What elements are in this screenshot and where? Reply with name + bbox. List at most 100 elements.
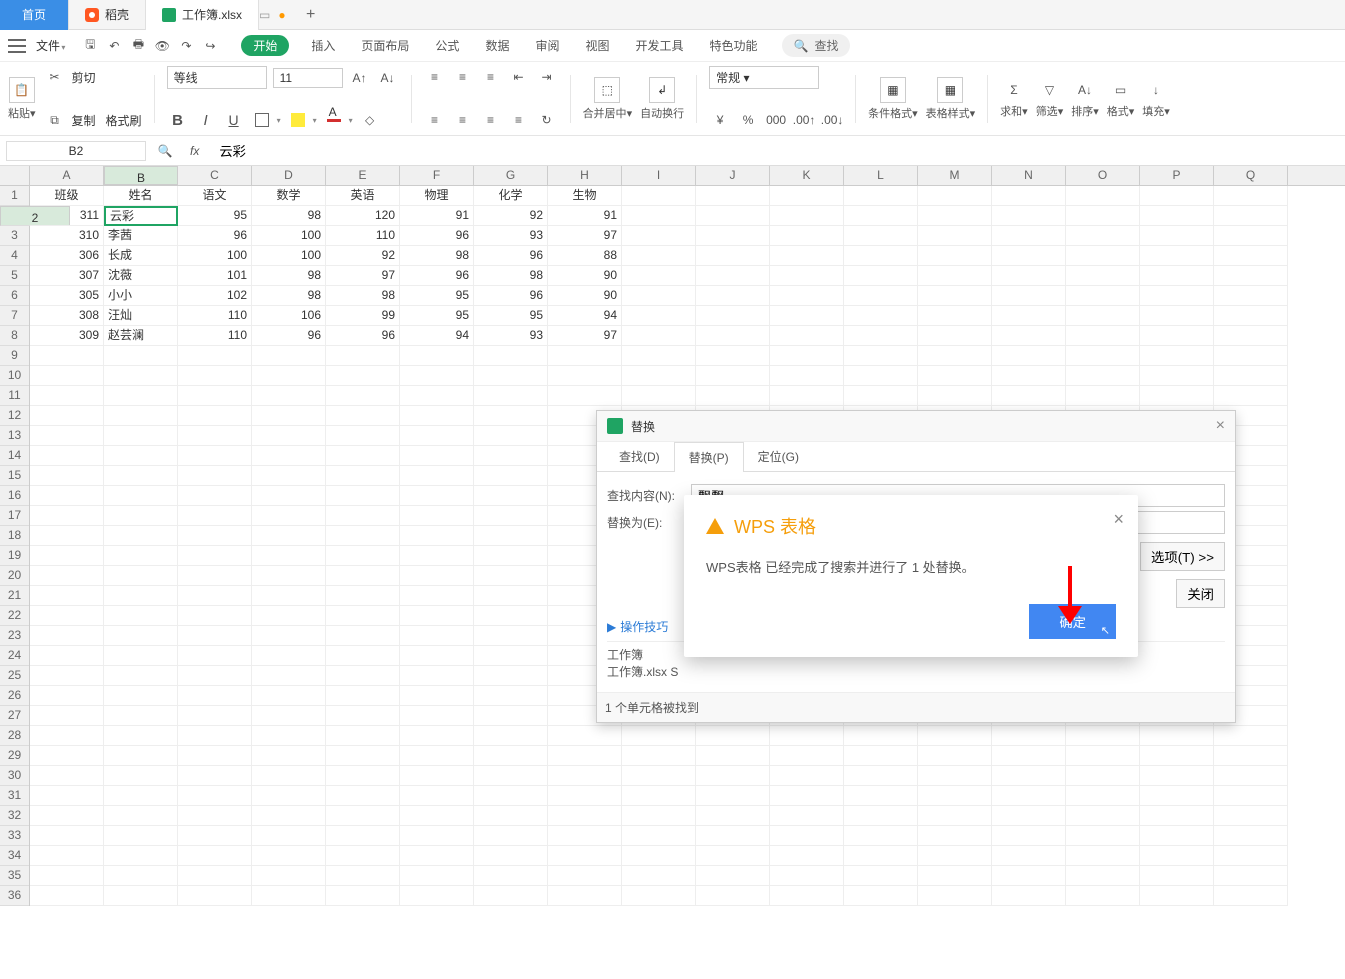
cell-H3[interactable]: 97 [548,226,622,246]
row-header-11[interactable]: 11 [0,386,29,406]
record-dot-icon[interactable]: ● [278,8,285,22]
cell-E1[interactable]: 英语 [326,186,400,206]
row-header-22[interactable]: 22 [0,606,29,626]
cell-M3[interactable] [918,226,992,246]
cell-H1[interactable]: 生物 [548,186,622,206]
cell-B19[interactable] [104,546,178,566]
cell-D27[interactable] [252,706,326,726]
col-header-D[interactable]: D [252,166,326,185]
redo-icon[interactable]: ↷ [177,37,195,55]
cell-H32[interactable] [548,806,622,826]
cell-C2[interactable]: 95 [178,206,252,226]
cell-B36[interactable] [104,886,178,906]
cell-E14[interactable] [326,446,400,466]
row-header-29[interactable]: 29 [0,746,29,766]
cell-G27[interactable] [474,706,548,726]
cell-D23[interactable] [252,626,326,646]
cell-A29[interactable] [30,746,104,766]
cell-I34[interactable] [622,846,696,866]
cell-M36[interactable] [918,886,992,906]
cell-I8[interactable] [622,326,696,346]
cell-I11[interactable] [622,386,696,406]
col-header-H[interactable]: H [548,166,622,185]
cell-M4[interactable] [918,246,992,266]
cell-A19[interactable] [30,546,104,566]
cell-M1[interactable] [918,186,992,206]
cell-D3[interactable]: 100 [252,226,326,246]
cell-G12[interactable] [474,406,548,426]
cell-N31[interactable] [992,786,1066,806]
cell-F24[interactable] [400,646,474,666]
cell-G7[interactable]: 95 [474,306,548,326]
cell-G36[interactable] [474,886,548,906]
cell-A10[interactable] [30,366,104,386]
cell-A11[interactable] [30,386,104,406]
align-center-icon[interactable]: ≡ [452,109,474,131]
cell-F1[interactable]: 物理 [400,186,474,206]
cell-B21[interactable] [104,586,178,606]
cell-F26[interactable] [400,686,474,706]
tab-data[interactable]: 数据 [481,35,513,56]
cell-D11[interactable] [252,386,326,406]
row-header-17[interactable]: 17 [0,506,29,526]
cell-B26[interactable] [104,686,178,706]
cell-N7[interactable] [992,306,1066,326]
cell-A21[interactable] [30,586,104,606]
fill-button[interactable]: ↓填充▾ [1142,79,1170,119]
cell-O1[interactable] [1066,186,1140,206]
cell-H28[interactable] [548,726,622,746]
cell-I31[interactable] [622,786,696,806]
fx-button[interactable]: fx [184,144,205,158]
cell-O36[interactable] [1066,886,1140,906]
cell-C10[interactable] [178,366,252,386]
cell-K32[interactable] [770,806,844,826]
cell-K29[interactable] [770,746,844,766]
file-button[interactable]: 文件 ▾ [30,35,71,56]
cell-F25[interactable] [400,666,474,686]
cell-L11[interactable] [844,386,918,406]
cell-L2[interactable] [844,206,918,226]
cell-E8[interactable]: 96 [326,326,400,346]
cell-O7[interactable] [1066,306,1140,326]
col-header-F[interactable]: F [400,166,474,185]
tab-docshell[interactable]: 稻壳 [69,0,146,30]
cell-L34[interactable] [844,846,918,866]
row-header-18[interactable]: 18 [0,526,29,546]
cell-E6[interactable]: 98 [326,286,400,306]
cell-I3[interactable] [622,226,696,246]
italic-button[interactable]: I [195,109,217,131]
cell-M5[interactable] [918,266,992,286]
cell-D12[interactable] [252,406,326,426]
cell-E35[interactable] [326,866,400,886]
cell-G8[interactable]: 93 [474,326,548,346]
cell-G24[interactable] [474,646,548,666]
cell-G34[interactable] [474,846,548,866]
cell-G5[interactable]: 98 [474,266,548,286]
cell-I5[interactable] [622,266,696,286]
cell-Q10[interactable] [1214,366,1288,386]
cell-M10[interactable] [918,366,992,386]
cell-N29[interactable] [992,746,1066,766]
cell-C26[interactable] [178,686,252,706]
cell-M8[interactable] [918,326,992,346]
cell-C7[interactable]: 110 [178,306,252,326]
cell-C11[interactable] [178,386,252,406]
cell-Q5[interactable] [1214,266,1288,286]
cell-N1[interactable] [992,186,1066,206]
row-header-31[interactable]: 31 [0,786,29,806]
indent-inc-icon[interactable]: ⇥ [536,66,558,88]
cell-Q31[interactable] [1214,786,1288,806]
tab-features[interactable]: 特色功能 [706,35,762,56]
cell-F35[interactable] [400,866,474,886]
cell-E17[interactable] [326,506,400,526]
cell-A31[interactable] [30,786,104,806]
cell-B12[interactable] [104,406,178,426]
cell-B24[interactable] [104,646,178,666]
cell-G23[interactable] [474,626,548,646]
cell-H34[interactable] [548,846,622,866]
row-header-33[interactable]: 33 [0,826,29,846]
cell-A32[interactable] [30,806,104,826]
cell-I7[interactable] [622,306,696,326]
cell-H6[interactable]: 90 [548,286,622,306]
cell-I6[interactable] [622,286,696,306]
